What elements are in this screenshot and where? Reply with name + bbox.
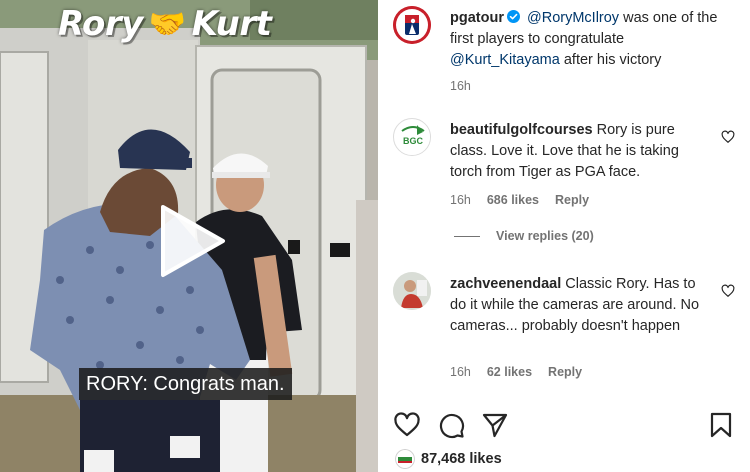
bookmark-icon[interactable] [707, 411, 735, 439]
post-meta: 16h [450, 78, 471, 94]
avatar[interactable]: BGC [393, 118, 431, 156]
comment-meta: 16h 62 likes Reply [450, 364, 582, 380]
post-author[interactable]: pgatour [450, 10, 504, 26]
view-replies-divider [454, 235, 480, 237]
comment-timestamp[interactable]: 16h [450, 192, 471, 208]
view-replies-label: View replies (20) [496, 229, 594, 243]
comment-text: beautifulgolfcourses Rory is pure class.… [450, 120, 705, 183]
likes-count[interactable]: 87,468 likes [421, 451, 502, 467]
likes-count-value: 87,468 likes [421, 451, 502, 467]
comments-panel: pgatour @RoryMcIlroy was one of the firs… [378, 0, 750, 472]
comment-like-heart-icon[interactable] [721, 284, 735, 298]
comment-meta: 16h 686 likes Reply [450, 192, 589, 208]
comment-likes-count[interactable]: 686 likes [487, 192, 539, 208]
video-player[interactable]: Rory 🤝 Kurt RORY: Congrats man. [0, 0, 378, 472]
avatar[interactable] [393, 272, 431, 310]
play-icon[interactable] [157, 203, 227, 279]
comment-item: zachveenendaal Classic Rory. Has to do i… [393, 272, 735, 382]
liker-avatar-icon [395, 449, 415, 469]
comment-item: BGC beautifulgolfcourses Rory is pure cl… [393, 118, 735, 218]
comment-icon[interactable] [437, 411, 465, 439]
video-caption-title: Rory 🤝 Kurt [58, 2, 272, 46]
video-subtitle: RORY: Congrats man. [79, 368, 292, 400]
pgatour-logo-icon [393, 6, 431, 44]
post-likes: 87,468 likes [395, 448, 502, 470]
comment-likes-count[interactable]: 62 likes [487, 364, 532, 380]
caption-name-rory: Rory [58, 4, 143, 44]
post-caption-text: pgatour @RoryMcIlroy was one of the firs… [450, 8, 735, 71]
comment-text: zachveenendaal Classic Rory. Has to do i… [450, 274, 705, 337]
post-action-bar [393, 411, 735, 441]
mention-kurt[interactable]: @Kurt_Kitayama [450, 52, 560, 68]
bgc-logo-text: BGC [403, 136, 424, 146]
mention-rory[interactable]: @RoryMcIlroy [527, 10, 619, 26]
bgc-logo-icon: BGC [395, 120, 430, 155]
verified-badge-icon [506, 10, 520, 23]
comment-username[interactable]: zachveenendaal [450, 276, 561, 292]
avatar[interactable] [393, 6, 431, 44]
comment-username[interactable]: beautifulgolfcourses [450, 122, 593, 138]
handshake-icon: 🤝 [148, 6, 186, 42]
post-text-part-2: after his victory [563, 52, 662, 68]
heart-icon[interactable] [393, 411, 421, 439]
caption-name-kurt: Kurt [191, 4, 272, 44]
reply-button[interactable]: Reply [548, 364, 582, 380]
user-photo-icon [393, 272, 431, 310]
post-timestamp[interactable]: 16h [450, 78, 471, 94]
comment-timestamp[interactable]: 16h [450, 364, 471, 380]
post-caption: pgatour @RoryMcIlroy was one of the firs… [393, 6, 735, 93]
view-replies-button[interactable]: View replies (20) [454, 229, 594, 243]
avatar[interactable] [395, 449, 415, 469]
reply-button[interactable]: Reply [555, 192, 589, 208]
comment-like-heart-icon[interactable] [721, 130, 735, 144]
share-icon[interactable] [481, 411, 509, 439]
